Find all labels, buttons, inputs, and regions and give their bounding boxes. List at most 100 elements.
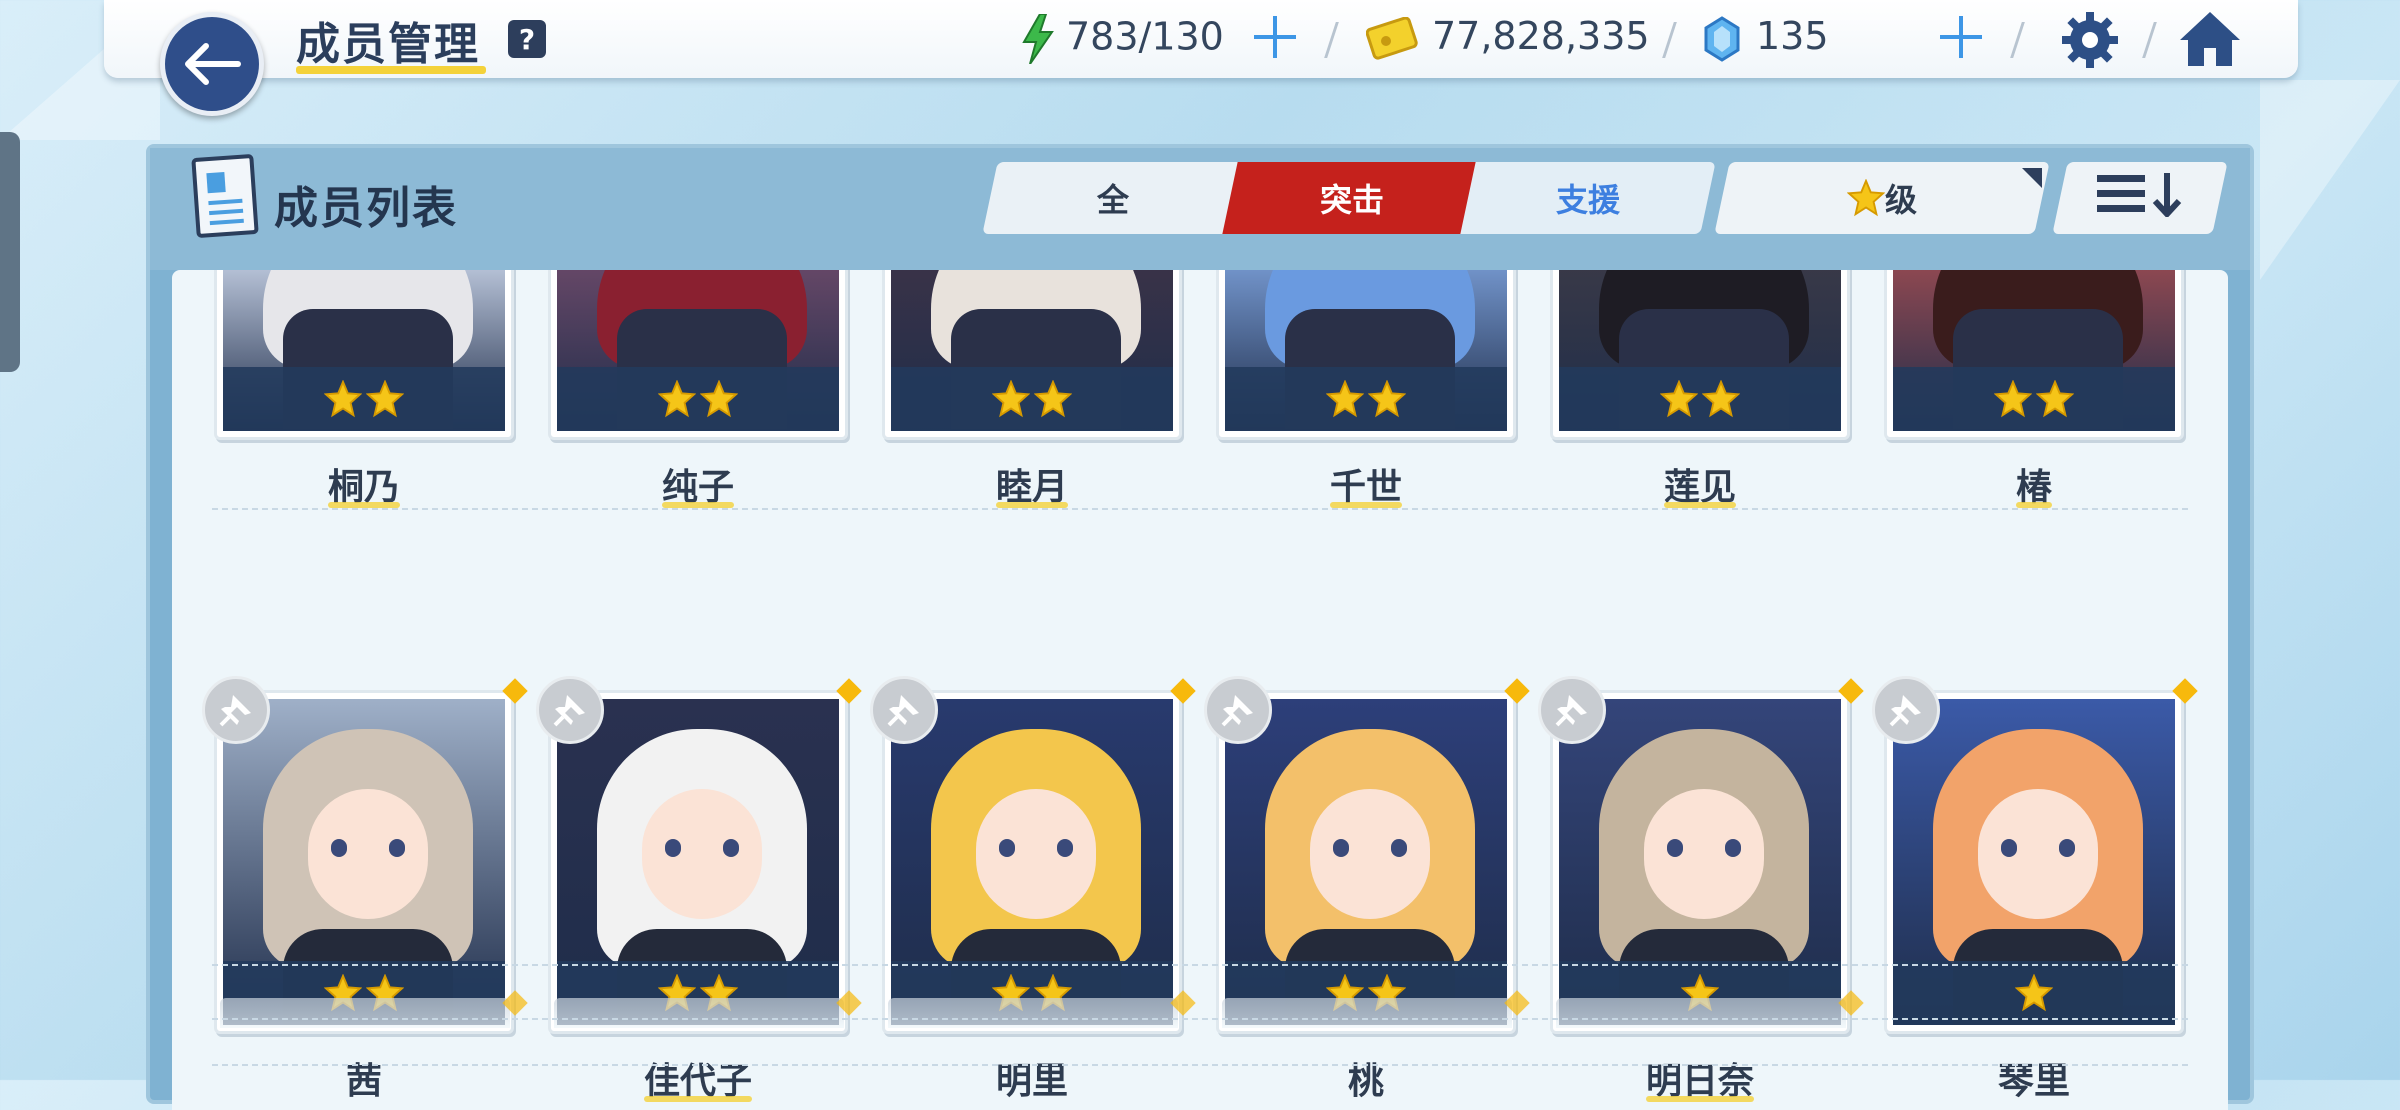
portrait-frame: [882, 690, 1182, 1034]
portrait-frame: [882, 270, 1182, 440]
star-icon: [658, 380, 696, 418]
member-card-peek[interactable]: [554, 998, 844, 1028]
character-portrait: [223, 699, 505, 1025]
sort-label: 级: [1884, 181, 1917, 219]
portrait-frame: [1216, 690, 1516, 1034]
character-portrait: [1893, 699, 2175, 1025]
dropdown-arrow-icon: [2022, 168, 2042, 188]
member-card-peek[interactable]: [888, 998, 1178, 1028]
character-portrait: [557, 270, 839, 431]
sort-descending-icon: [2097, 173, 2182, 219]
character-portrait: [557, 699, 839, 1025]
character-portrait: [1225, 699, 1507, 1025]
side-drawer-handle[interactable]: [0, 132, 20, 372]
portrait-frame: [1550, 690, 1850, 1034]
stamina-group: 783/130: [1020, 13, 1224, 65]
star-rating: [1559, 367, 1841, 431]
credit-card-icon: [1365, 16, 1418, 60]
member-card-peek[interactable]: [1556, 998, 1846, 1028]
member-name: 茜: [345, 1061, 382, 1102]
star-icon: [1326, 380, 1364, 418]
pin-icon: [1889, 695, 1921, 727]
portrait-frame: [1884, 270, 2184, 440]
row-divider: [212, 1018, 2188, 1020]
portrait-frame: [214, 270, 514, 440]
stamina-value: 783/130: [1066, 14, 1224, 59]
portrait-frame: [214, 690, 514, 1034]
portrait-frame: [1550, 270, 1850, 440]
bg-decor: [2260, 80, 2400, 280]
lock-pin-button[interactable]: [1872, 676, 1940, 744]
star-icon: [1702, 380, 1740, 418]
character-portrait: [1559, 699, 1841, 1025]
gems-value: 135: [1756, 14, 1829, 58]
sort-dropdown[interactable]: 级: [1714, 162, 2050, 234]
sort-order-button[interactable]: [2052, 162, 2228, 234]
portrait-frame: [1884, 690, 2184, 1034]
add-stamina-button[interactable]: [1250, 12, 1300, 62]
name-underline: [1646, 1096, 1754, 1102]
pin-icon: [887, 695, 919, 727]
star-icon: [2036, 380, 2074, 418]
lock-pin-button[interactable]: [870, 676, 938, 744]
tab-striker[interactable]: 突击: [1222, 162, 1482, 234]
home-icon: [2180, 12, 2240, 66]
gear-icon: [2062, 12, 2118, 68]
row-divider: [212, 964, 2188, 966]
portrait-frame: [1216, 270, 1516, 440]
portrait-frame: [548, 270, 848, 440]
panel-header: 成员列表 全 突击 支援 级: [150, 148, 2250, 270]
title-underline: [296, 66, 486, 74]
credits-value: 77,828,335: [1432, 14, 1650, 58]
star-icon: [1846, 178, 1886, 217]
add-gems-button[interactable]: [1936, 12, 1986, 62]
divider: [2010, 22, 2025, 58]
gem-icon: [1704, 15, 1740, 62]
star-rating: [1893, 961, 2175, 1025]
star-icon: [992, 380, 1030, 418]
star-rating: [891, 367, 1173, 431]
gems-group: 135: [1704, 14, 1829, 62]
character-portrait: [1893, 270, 2175, 431]
divider: [2142, 22, 2157, 58]
pin-icon: [1555, 695, 1587, 727]
credits-group: 77,828,335: [1365, 14, 1650, 61]
star-rating: [1893, 367, 2175, 431]
member-grid[interactable]: 桐乃 纯子 睦月 千世 莲见椿茜佳代子 明里桃明日奈 琴里: [172, 270, 2228, 1110]
star-rating: [223, 367, 505, 431]
row-divider: [212, 508, 2188, 510]
pin-icon: [219, 695, 251, 727]
back-button[interactable]: [160, 12, 264, 116]
member-name: 明里: [995, 1061, 1068, 1102]
tab-support[interactable]: 支援: [1460, 162, 1716, 234]
character-portrait: [1559, 270, 1841, 431]
member-card-peek[interactable]: [1222, 998, 1512, 1028]
star-icon: [1034, 380, 1072, 418]
divider: [1662, 22, 1677, 58]
character-portrait: [1225, 270, 1507, 431]
arrow-left-icon: [185, 43, 241, 85]
lock-pin-button[interactable]: [536, 676, 604, 744]
list-title: 成员列表: [274, 183, 458, 234]
lock-pin-button[interactable]: [1204, 676, 1272, 744]
lock-pin-button[interactable]: [1538, 676, 1606, 744]
help-button[interactable]: ?: [508, 20, 546, 58]
star-icon: [1994, 380, 2032, 418]
tab-all[interactable]: 全: [982, 162, 1244, 234]
star-icon: [2015, 974, 2053, 1012]
divider: [1324, 22, 1339, 58]
name-underline: [644, 1096, 752, 1102]
lock-pin-button[interactable]: [202, 676, 270, 744]
member-name: 琴里: [1997, 1061, 2070, 1102]
lightning-icon: [1022, 13, 1054, 65]
portrait-frame: [548, 690, 848, 1034]
pin-icon: [553, 695, 585, 727]
page-title: 成员管理: [296, 19, 480, 70]
settings-button[interactable]: [2060, 10, 2120, 70]
member-card-peek[interactable]: [220, 998, 510, 1028]
roster-icon: [191, 153, 259, 239]
character-portrait: [223, 270, 505, 431]
home-button[interactable]: [2178, 8, 2242, 70]
star-rating: [1225, 367, 1507, 431]
member-name: 桃: [1347, 1061, 1384, 1102]
